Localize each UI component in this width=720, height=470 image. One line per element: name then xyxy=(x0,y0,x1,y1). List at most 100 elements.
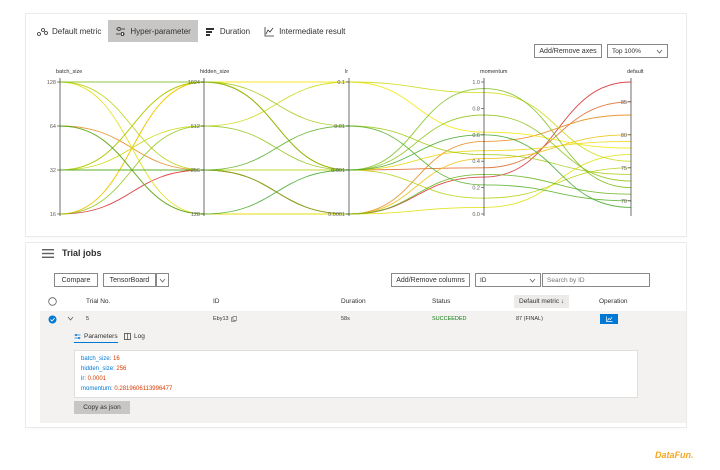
tick-label: 0.4 xyxy=(472,159,480,165)
tick-label: 256 xyxy=(191,168,200,174)
column-header-status[interactable]: Status xyxy=(432,298,450,305)
trial-line[interactable] xyxy=(59,81,632,215)
search-field-select[interactable]: ID xyxy=(475,273,541,287)
param-value: 0.2819606113996477 xyxy=(114,386,173,392)
axis-label[interactable]: lr xyxy=(345,69,348,75)
trial-line[interactable] xyxy=(59,81,632,215)
tick-label: 70 xyxy=(621,199,627,205)
add-remove-columns-button[interactable]: Add/Remove columns xyxy=(391,273,470,287)
tick-label: 0.0 xyxy=(472,212,480,218)
param-batch-size: batch_size: 16 xyxy=(81,356,120,362)
column-header-duration[interactable]: Duration xyxy=(341,298,366,305)
parameters-icon xyxy=(74,334,81,339)
chart-tabs: Default metric Hyper-parameter Duration xyxy=(30,20,352,44)
column-header-trial-no[interactable]: Trial No. xyxy=(86,298,110,305)
copy-as-json-button[interactable]: Copy as json xyxy=(74,401,130,414)
tab-log-label: Log xyxy=(134,333,145,340)
tensorboard-dropdown[interactable] xyxy=(156,273,169,287)
datafun-logo: DataFun. xyxy=(655,450,694,460)
tick-label: 0.2 xyxy=(472,186,480,192)
axis-label[interactable]: hidden_size xyxy=(200,69,229,75)
param-key: momentum: xyxy=(81,386,113,392)
tick-label: 512 xyxy=(191,124,200,130)
duration-icon xyxy=(205,27,214,36)
tick-label: 80 xyxy=(621,133,627,139)
chevron-down-icon xyxy=(656,49,663,54)
tick-label: 64 xyxy=(50,124,56,130)
trial-jobs-title: Trial jobs xyxy=(62,248,102,258)
tab-log[interactable]: Log xyxy=(124,333,145,340)
parameters-json-view: batch_size: 16 hidden_size: 256 lr: 0.00… xyxy=(74,350,638,398)
search-field-value: ID xyxy=(480,276,487,284)
tick-label: 32 xyxy=(50,168,56,174)
tab-intermediate-result-label: Intermediate result xyxy=(279,26,346,36)
tab-default-metric-label: Default metric xyxy=(52,26,102,36)
param-key: batch_size: xyxy=(81,356,112,362)
default-metric-cell: 87 (FINAL) xyxy=(516,316,543,322)
tab-duration-label: Duration xyxy=(219,26,251,36)
tick-label: 1.0 xyxy=(472,80,480,86)
status-cell: SUCCEEDED xyxy=(432,316,467,322)
tab-parameters-label: Parameters xyxy=(84,333,118,340)
tick-label: 1024 xyxy=(188,80,200,86)
tab-parameters[interactable]: Parameters xyxy=(74,333,118,343)
default-metric-icon xyxy=(37,27,48,36)
compare-button[interactable]: Compare xyxy=(54,273,98,287)
tab-intermediate-result[interactable]: Intermediate result xyxy=(257,20,352,42)
axis-label[interactable]: batch_size xyxy=(56,69,82,75)
tick-label: 0.6 xyxy=(472,133,480,139)
tick-label: 0.0001 xyxy=(328,212,345,218)
column-header-operation: Operation xyxy=(599,298,628,305)
expand-chevron-icon[interactable] xyxy=(67,316,74,321)
trial-line[interactable] xyxy=(59,81,632,215)
trial-line[interactable] xyxy=(59,114,632,215)
tab-hyper-parameter[interactable]: Hyper-parameter xyxy=(108,20,198,42)
param-value: 0.0001 xyxy=(87,376,107,382)
param-hidden-size: hidden_size: 256 xyxy=(81,366,126,372)
tick-label: 85 xyxy=(621,100,627,106)
log-icon xyxy=(124,333,131,340)
tick-label: 128 xyxy=(47,80,56,86)
tab-hyper-parameter-label: Hyper-parameter xyxy=(130,26,191,36)
hyper-parameter-icon xyxy=(116,26,126,36)
axis-label[interactable]: momentum xyxy=(480,69,508,75)
param-key: lr: xyxy=(81,376,86,382)
select-all-checkbox[interactable] xyxy=(48,297,57,306)
column-header-default-metric[interactable]: Default metric ↓ xyxy=(514,295,570,308)
chevron-down-icon xyxy=(159,278,166,283)
menu-icon xyxy=(42,249,54,258)
trial-jobs-panel: Trial jobs Compare TensorBoard Add/Remov… xyxy=(26,243,686,427)
tick-label: 75 xyxy=(621,166,627,172)
trial-id-cell: Eby13 xyxy=(213,316,229,322)
add-remove-columns-label: Add/Remove columns xyxy=(396,276,465,284)
trial-line[interactable] xyxy=(59,169,632,215)
intermediate-result-icon xyxy=(264,26,275,36)
search-input[interactable] xyxy=(542,273,650,287)
chevron-down-icon xyxy=(529,278,536,283)
view-intermediate-button[interactable] xyxy=(600,314,618,324)
trial-line[interactable] xyxy=(59,114,632,215)
column-header-id[interactable]: ID xyxy=(213,298,220,305)
copy-as-json-label: Copy as json xyxy=(83,404,121,411)
tick-label: 0.001 xyxy=(331,168,345,174)
tick-label: 16 xyxy=(50,212,56,218)
table-row[interactable] xyxy=(40,311,686,327)
param-value: 16 xyxy=(113,356,120,362)
compare-label: Compare xyxy=(61,276,91,284)
tick-label: 0.01 xyxy=(334,124,345,130)
axis-label[interactable]: default xyxy=(627,69,644,75)
tensorboard-label: TensorBoard xyxy=(109,276,150,284)
row-checkbox[interactable] xyxy=(48,315,57,324)
trial-line[interactable] xyxy=(59,81,632,175)
param-lr: lr: 0.0001 xyxy=(81,376,106,382)
tick-label: 0.8 xyxy=(472,106,480,112)
tab-default-metric[interactable]: Default metric xyxy=(30,20,108,42)
tab-duration[interactable]: Duration xyxy=(198,20,257,42)
param-key: hidden_size: xyxy=(81,366,115,372)
param-momentum: momentum: 0.2819606113996477 xyxy=(81,386,172,392)
trial-line[interactable] xyxy=(59,81,632,215)
copy-icon[interactable] xyxy=(231,316,237,322)
chart-icon xyxy=(605,316,612,322)
tensorboard-button[interactable]: TensorBoard xyxy=(103,273,156,287)
parallel-coordinates-chart: batch_size128 64 32 16 hidden_size1024 512 256… xyxy=(47,69,644,218)
